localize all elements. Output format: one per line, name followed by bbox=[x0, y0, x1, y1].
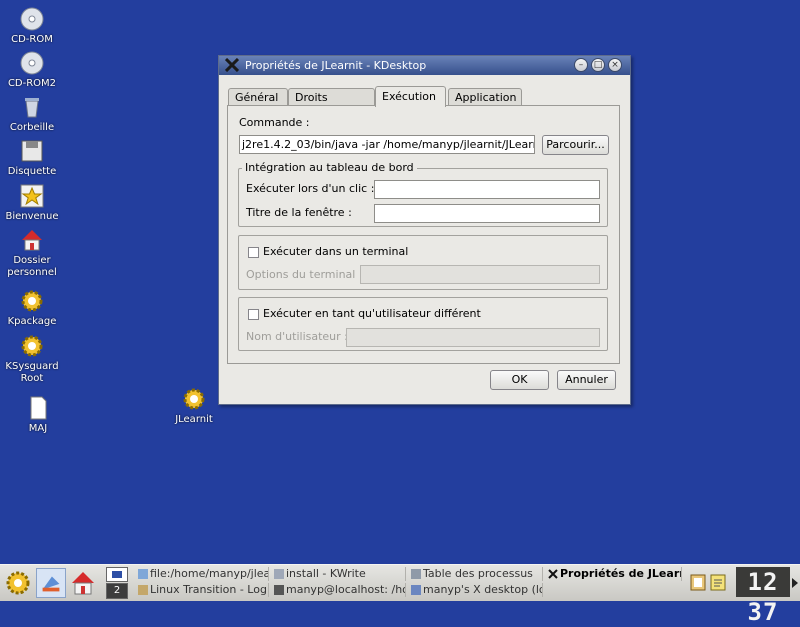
task-properties[interactable]: Propriétés de JLearnit bbox=[546, 567, 682, 581]
desktop-icon-label: JLearnit bbox=[175, 414, 213, 425]
exec-on-click-input[interactable] bbox=[374, 180, 600, 199]
clock[interactable]: 12 37 bbox=[736, 567, 790, 626]
desktop-icon-floppy[interactable]: Disquette bbox=[0, 138, 64, 178]
task-file-manager[interactable]: file:/home/manyp/jlearnit bbox=[136, 567, 269, 581]
task-linux-transition[interactable]: Linux Transition - Logi bbox=[136, 583, 269, 597]
task-list: file:/home/manyp/jlearnit install - KWri… bbox=[136, 567, 682, 599]
pager-desktop-1[interactable] bbox=[106, 567, 128, 582]
pager-desktop-number: 2 bbox=[113, 585, 121, 596]
gear-icon bbox=[21, 290, 43, 312]
task-x-desktop[interactable]: manyp's X desktop (loc bbox=[409, 583, 543, 597]
run-as-user-checkbox[interactable] bbox=[248, 309, 259, 320]
home-icon[interactable] bbox=[68, 568, 98, 598]
tab-permissions[interactable]: Droits d'accès bbox=[288, 88, 375, 121]
run-in-terminal-label[interactable]: Exécuter dans un terminal bbox=[263, 245, 408, 258]
x-logo-icon bbox=[225, 58, 239, 72]
run-as-user-label[interactable]: Exécuter en tant qu'utilisateur différen… bbox=[263, 307, 481, 320]
gear-icon bbox=[21, 335, 43, 357]
run-in-terminal-checkbox[interactable] bbox=[248, 247, 259, 258]
panel-integration-title: Intégration au tableau de bord bbox=[242, 161, 417, 174]
desktop-icon-label: KSysguard Root bbox=[5, 361, 59, 384]
browser-icon bbox=[138, 585, 148, 595]
window-title-input[interactable] bbox=[374, 204, 600, 223]
desktop-icon-label: CD-ROM2 bbox=[7, 78, 57, 89]
cdrom-icon bbox=[20, 51, 44, 75]
desktop-icon-cdrom2[interactable]: CD-ROM2 bbox=[0, 50, 64, 90]
tab-application[interactable]: Application bbox=[448, 88, 522, 105]
monitor-icon bbox=[411, 569, 421, 579]
terminal-options-input[interactable] bbox=[360, 265, 600, 284]
desktop-icon-label: MAJ bbox=[28, 423, 48, 434]
task-kwrite[interactable]: install - KWrite bbox=[272, 567, 406, 581]
desktop-icon-home[interactable]: Dossier personnel bbox=[0, 227, 64, 279]
exec-on-click-label: Exécuter lors d'un clic : bbox=[246, 182, 375, 195]
desktop-icon-welcome[interactable]: Bienvenue bbox=[0, 183, 64, 223]
cdrom-icon bbox=[20, 7, 44, 31]
maximize-button[interactable]: □ bbox=[591, 58, 605, 72]
desktop-icon-ksysguard[interactable]: KSysguard Root bbox=[0, 333, 64, 385]
editor-icon bbox=[274, 569, 284, 579]
ok-button[interactable]: OK bbox=[490, 370, 549, 390]
terminal-icon bbox=[274, 585, 284, 595]
pager[interactable]: 2 bbox=[106, 567, 128, 599]
trash-icon bbox=[25, 98, 39, 118]
properties-dialog: Propriétés de JLearnit - KDesktop – □ × … bbox=[218, 55, 631, 405]
task-process-table[interactable]: Table des processus bbox=[409, 567, 543, 581]
terminal-options-label: Options du terminal : bbox=[246, 268, 363, 281]
window-title: Propriétés de JLearnit - KDesktop bbox=[245, 59, 427, 72]
desktop-icon-label: Kpackage bbox=[7, 316, 57, 327]
x-logo-icon bbox=[548, 569, 558, 579]
desktop-icon-label: CD-ROM bbox=[11, 34, 53, 45]
document-icon bbox=[30, 396, 47, 420]
username-label: Nom d'utilisateur : bbox=[246, 330, 348, 343]
execution-panel: Commande : j2re1.4.2_03/bin/java -jar /h… bbox=[227, 105, 620, 364]
notes-icon[interactable] bbox=[710, 573, 726, 591]
window-titlebar[interactable]: Propriétés de JLearnit - KDesktop – □ × bbox=[219, 56, 630, 75]
desktop-icon bbox=[411, 585, 421, 595]
window-title-label: Titre de la fenêtre : bbox=[246, 206, 352, 219]
command-label: Commande : bbox=[239, 116, 310, 129]
tab-general[interactable]: Général bbox=[228, 88, 288, 105]
close-button[interactable]: × bbox=[608, 58, 622, 72]
desktop-icon-maj[interactable]: MAJ bbox=[6, 395, 70, 435]
clipboard-icon[interactable] bbox=[690, 573, 706, 591]
minimize-button[interactable]: – bbox=[574, 58, 588, 72]
floppy-icon bbox=[21, 140, 43, 162]
browse-button[interactable]: Parcourir... bbox=[542, 135, 609, 155]
taskbar: 2 file:/home/manyp/jlearnit install - KW… bbox=[0, 564, 800, 601]
tab-execution[interactable]: Exécution bbox=[375, 86, 446, 107]
cancel-button[interactable]: Annuler bbox=[557, 370, 616, 390]
desktop-icon-label: Bienvenue bbox=[5, 211, 59, 222]
desktop-icon-kpackage[interactable]: Kpackage bbox=[0, 288, 64, 328]
folder-icon bbox=[138, 569, 148, 579]
pager-desktop-2[interactable]: 2 bbox=[106, 583, 128, 599]
task-terminal[interactable]: manyp@localhost: /ho bbox=[272, 583, 406, 597]
show-desktop-icon[interactable] bbox=[36, 568, 66, 598]
username-input[interactable] bbox=[346, 328, 600, 347]
home-icon bbox=[22, 230, 42, 251]
desktop-icon-label: Disquette bbox=[7, 166, 57, 177]
desktop-icon-label: Corbeille bbox=[9, 122, 55, 133]
k-menu-icon[interactable] bbox=[3, 568, 33, 598]
desktop-icon-cdrom[interactable]: CD-ROM bbox=[0, 6, 64, 46]
gear-icon bbox=[183, 388, 205, 410]
star-icon bbox=[20, 184, 44, 208]
arrow-right-icon[interactable] bbox=[791, 577, 799, 589]
desktop-icon-jlearnit[interactable]: JLearnit bbox=[162, 386, 226, 426]
desktop-icon-trash[interactable]: Corbeille bbox=[0, 94, 64, 134]
command-input[interactable]: j2re1.4.2_03/bin/java -jar /home/manyp/j… bbox=[239, 135, 535, 154]
desktop-icon-label: Dossier personnel bbox=[7, 255, 57, 278]
